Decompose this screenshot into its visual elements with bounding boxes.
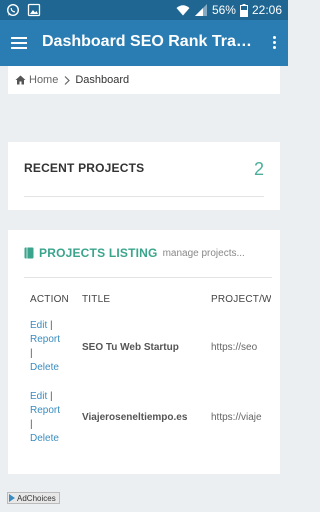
edit-link[interactable]: Edit [30, 391, 47, 402]
project-url[interactable]: https://seo [211, 342, 271, 353]
edit-link[interactable]: Edit [30, 320, 47, 331]
projects-listing-card: PROJECTS LISTING manage projects... ACTI… [8, 230, 280, 474]
book-icon [24, 247, 34, 259]
breadcrumb: Home Dashboard [8, 66, 280, 94]
delete-link[interactable]: Delete [30, 362, 59, 373]
adchoices-label: AdChoices [17, 493, 56, 503]
separator: | [50, 320, 53, 331]
projects-listing-title: PROJECTS LISTING [39, 246, 158, 260]
recent-projects-title: RECENT PROJECTS [24, 161, 145, 175]
delete-link[interactable]: Delete [30, 433, 59, 444]
menu-icon[interactable] [8, 31, 32, 55]
battery-percentage: 56% [211, 3, 236, 17]
clock: 22:06 [251, 3, 282, 17]
row-actions: Edit | Report | Delete [30, 390, 72, 446]
project-url[interactable]: https://viaje [211, 412, 271, 423]
adchoices-icon [9, 494, 15, 502]
chevron-right-icon [64, 75, 71, 85]
separator: | [30, 348, 33, 359]
home-icon [15, 75, 26, 85]
separator: | [50, 391, 53, 402]
separator: | [30, 419, 33, 430]
report-link[interactable]: Report [30, 334, 60, 345]
column-header-title: TITLE [82, 294, 111, 305]
divider [24, 277, 272, 278]
adchoices-badge[interactable]: AdChoices [7, 492, 60, 504]
projects-listing-header: PROJECTS LISTING manage projects... [24, 246, 274, 260]
breadcrumb-home-label: Home [29, 74, 59, 86]
whatsapp-icon [6, 3, 20, 17]
status-bar: 56% 22:06 [0, 0, 288, 20]
project-title: Viajeroseneltiempo.es [82, 412, 188, 423]
recent-projects-card: RECENT PROJECTS 2 [8, 142, 280, 210]
breadcrumb-current: Dashboard [75, 74, 130, 86]
breadcrumb-home-link[interactable]: Home [15, 74, 58, 86]
signal-icon [194, 4, 207, 16]
app-bar: Dashboard SEO Rank Tracker [0, 20, 288, 66]
battery-icon [239, 3, 248, 17]
row-actions: Edit | Report | Delete [30, 319, 72, 375]
projects-listing-subtitle: manage projects... [162, 247, 245, 259]
project-title: SEO Tu Web Startup [82, 342, 179, 353]
column-header-project-url: PROJECT/W [211, 294, 271, 305]
wifi-icon [176, 5, 190, 16]
overflow-menu-icon[interactable] [266, 31, 282, 55]
page-title: Dashboard SEO Rank Tracker [42, 33, 254, 50]
divider [24, 196, 264, 197]
column-header-action: ACTION [30, 294, 69, 305]
image-icon [27, 3, 41, 17]
recent-projects-count: 2 [253, 159, 264, 179]
report-link[interactable]: Report [30, 405, 60, 416]
